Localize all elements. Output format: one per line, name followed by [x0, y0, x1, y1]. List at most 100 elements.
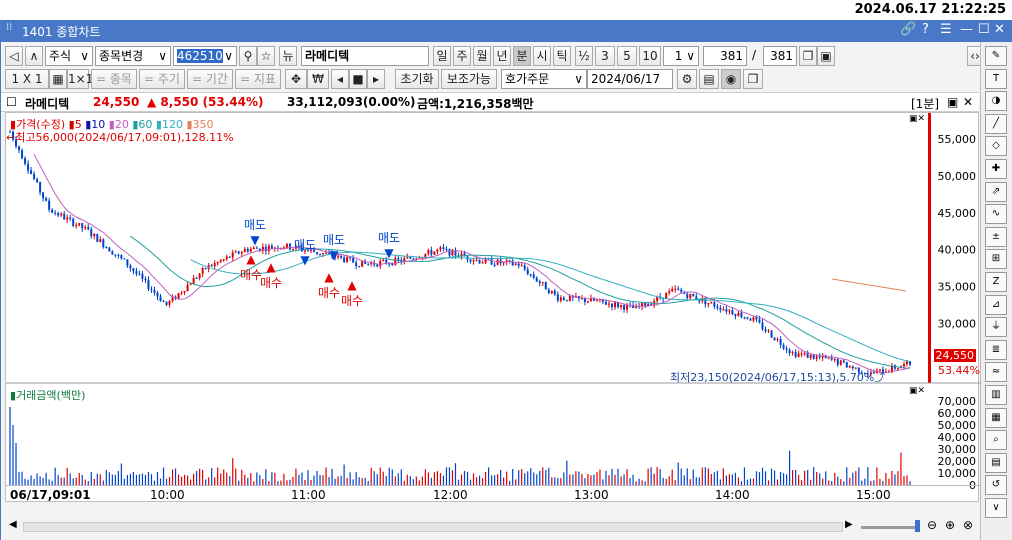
tab-stock[interactable]: = 종목 — [91, 69, 137, 89]
sidebar-tool[interactable]: ◇ — [985, 136, 1007, 157]
sidebar-tool[interactable]: ╱ — [985, 113, 1007, 134]
order-type-select[interactable]: 호가주문 ∨ — [501, 69, 587, 89]
buy-signal: ▲ 매수 — [341, 278, 364, 308]
zoom-slider-thumb[interactable] — [915, 520, 920, 532]
sidebar-tool[interactable]: Z — [985, 272, 1007, 292]
sidebar-tool[interactable]: ⇗ — [985, 181, 1007, 202]
zoom-fit-icon[interactable]: ⊗ — [963, 518, 973, 532]
total-field: 381 — [763, 46, 797, 66]
stock-name-field[interactable]: 라메디텍 — [301, 46, 429, 66]
sidebar-tool[interactable]: ✚ — [985, 159, 1007, 179]
zoom-out-icon[interactable]: ⊖ — [927, 518, 937, 532]
sidebar-tool[interactable]: ≈ — [985, 362, 1007, 383]
stop-icon[interactable]: ■ — [349, 69, 367, 89]
period-minute-button[interactable]: 분 — [513, 46, 531, 66]
panel-max-icon[interactable]: ▣ — [947, 95, 958, 109]
sidebar-tool[interactable]: ∿ — [985, 204, 1007, 225]
sidebar-tool[interactable]: ⊿ — [985, 294, 1007, 315]
sidebar-tool[interactable]: ± — [985, 226, 1007, 247]
restore-icon[interactable]: ☰ — [940, 22, 952, 37]
close-icon[interactable]: ✕ — [994, 22, 1005, 37]
volume-bar — [57, 475, 59, 485]
prev-stock-button[interactable]: ◁ — [5, 46, 23, 66]
half-button[interactable]: ½ — [575, 46, 593, 66]
market-select[interactable]: 주식 ∨ — [45, 46, 93, 66]
candle-body — [779, 339, 782, 345]
chart-area[interactable]: 55,000 50,000 45,000 40,000 35,000 30,000 70,… — [5, 112, 980, 503]
period-month-button[interactable]: 월 — [473, 46, 491, 66]
print-icon[interactable]: ▤ — [699, 69, 719, 89]
unit-select[interactable]: 1 ∨ — [663, 46, 699, 66]
count-input[interactable]: 381 ⇕ — [703, 46, 747, 81]
change-stock-select[interactable]: 종목변경 ∨ — [95, 46, 171, 66]
scroll-right-icon[interactable]: ▸ — [367, 69, 385, 89]
candle-body — [565, 299, 568, 301]
won-icon[interactable]: ₩ — [307, 69, 329, 89]
overlay-icon[interactable]: ◉ — [721, 69, 741, 89]
scroll-right-arrow[interactable]: ▶ — [845, 519, 853, 530]
period-week-button[interactable]: 주 — [453, 46, 471, 66]
interval-5-button[interactable]: 5 — [617, 46, 637, 66]
reset-button[interactable]: 초기화 — [395, 69, 439, 89]
sidebar-tool[interactable]: ⏚ — [985, 317, 1007, 338]
volume-bar — [12, 425, 14, 485]
link-icon[interactable]: 🔗 — [900, 22, 916, 37]
settings-icon[interactable]: ⚙ — [677, 69, 697, 89]
sidebar-tool[interactable]: ✎ — [985, 46, 1007, 66]
candle-body — [650, 304, 653, 306]
sidebar-tool[interactable]: T — [985, 68, 1007, 89]
up-button[interactable]: ∧ — [25, 46, 43, 66]
x-axis: 06/17,09:01 10:00 11:00 12:00 13:00 14:0… — [6, 485, 980, 503]
sidebar-tool[interactable]: ▥ — [985, 385, 1007, 405]
volume-bar — [758, 472, 761, 485]
tab-period[interactable]: = 기간 — [187, 69, 233, 89]
sidebar-tool[interactable]: ▦ — [985, 407, 1007, 428]
candle-body — [367, 263, 370, 265]
zoom-slider[interactable] — [861, 526, 919, 529]
ratio-button[interactable]: 1×1 — [67, 69, 93, 89]
interval-3-button[interactable]: 3 — [595, 46, 615, 66]
panel-tools-icon[interactable]: ▣✕ — [909, 114, 925, 124]
scroll-left-icon[interactable]: ◂ — [331, 69, 349, 89]
add-window-icon[interactable]: ❐ — [799, 46, 817, 66]
interval-10-button[interactable]: 10 — [639, 46, 661, 66]
tab-indicator[interactable]: = 지표 — [235, 69, 281, 89]
zoom-in-icon[interactable]: ⊕ — [945, 518, 955, 532]
period-day-button[interactable]: 일 — [433, 46, 451, 66]
period-hour-button[interactable]: 시 — [533, 46, 551, 66]
volume-bar — [527, 471, 529, 485]
candle-body — [78, 223, 81, 226]
help-icon[interactable]: ? — [922, 22, 929, 37]
scroll-left-arrow[interactable]: ◀ — [9, 519, 17, 530]
move-icon[interactable]: ✥ — [285, 69, 307, 89]
checkbox[interactable]: ☐ — [6, 95, 17, 109]
minimize-icon[interactable]: — — [960, 22, 973, 37]
code-input[interactable]: 462510 ∨ — [173, 46, 237, 66]
period-year-button[interactable]: 년 — [493, 46, 511, 66]
sidebar-tool[interactable]: ◑ — [985, 91, 1007, 112]
grid-icon[interactable]: ▦ — [49, 69, 67, 89]
order-enabled-button[interactable]: 보조가능 — [441, 69, 497, 89]
panel-close-icon[interactable]: ✕ — [963, 95, 973, 109]
grid-layout-button[interactable]: 1 X 1 — [5, 69, 49, 89]
save-icon[interactable]: ▣ — [817, 46, 835, 66]
sidebar-tool[interactable]: ∨ — [985, 498, 1007, 518]
sidebar-tool[interactable]: ▤ — [985, 452, 1007, 473]
sidebar-tool[interactable]: ⌕ — [985, 430, 1007, 451]
horizontal-scrollbar[interactable] — [23, 522, 843, 532]
search-icon[interactable]: ⚲ — [239, 46, 257, 66]
volume-bar — [575, 471, 577, 485]
candle-body — [30, 170, 33, 174]
sidebar-tool[interactable]: ≣ — [985, 339, 1007, 360]
star-icon[interactable]: ☆ — [257, 46, 275, 66]
new-chart-icon[interactable]: ❐ — [743, 69, 763, 89]
date-input[interactable]: 2024/06/17▦ — [587, 69, 673, 104]
volume-panel-tools-icon[interactable]: ▣✕ — [909, 386, 925, 396]
maximize-icon[interactable]: ☐ — [978, 22, 990, 37]
tab-cycle[interactable]: = 주기 — [139, 69, 185, 89]
sidebar-tool[interactable]: ↺ — [985, 475, 1007, 496]
period-tick-button[interactable]: 틱 — [553, 46, 571, 66]
news-icon[interactable]: 뉴 — [279, 46, 297, 66]
volume-bar — [647, 468, 649, 485]
sidebar-tool[interactable]: ⊞ — [985, 249, 1007, 270]
